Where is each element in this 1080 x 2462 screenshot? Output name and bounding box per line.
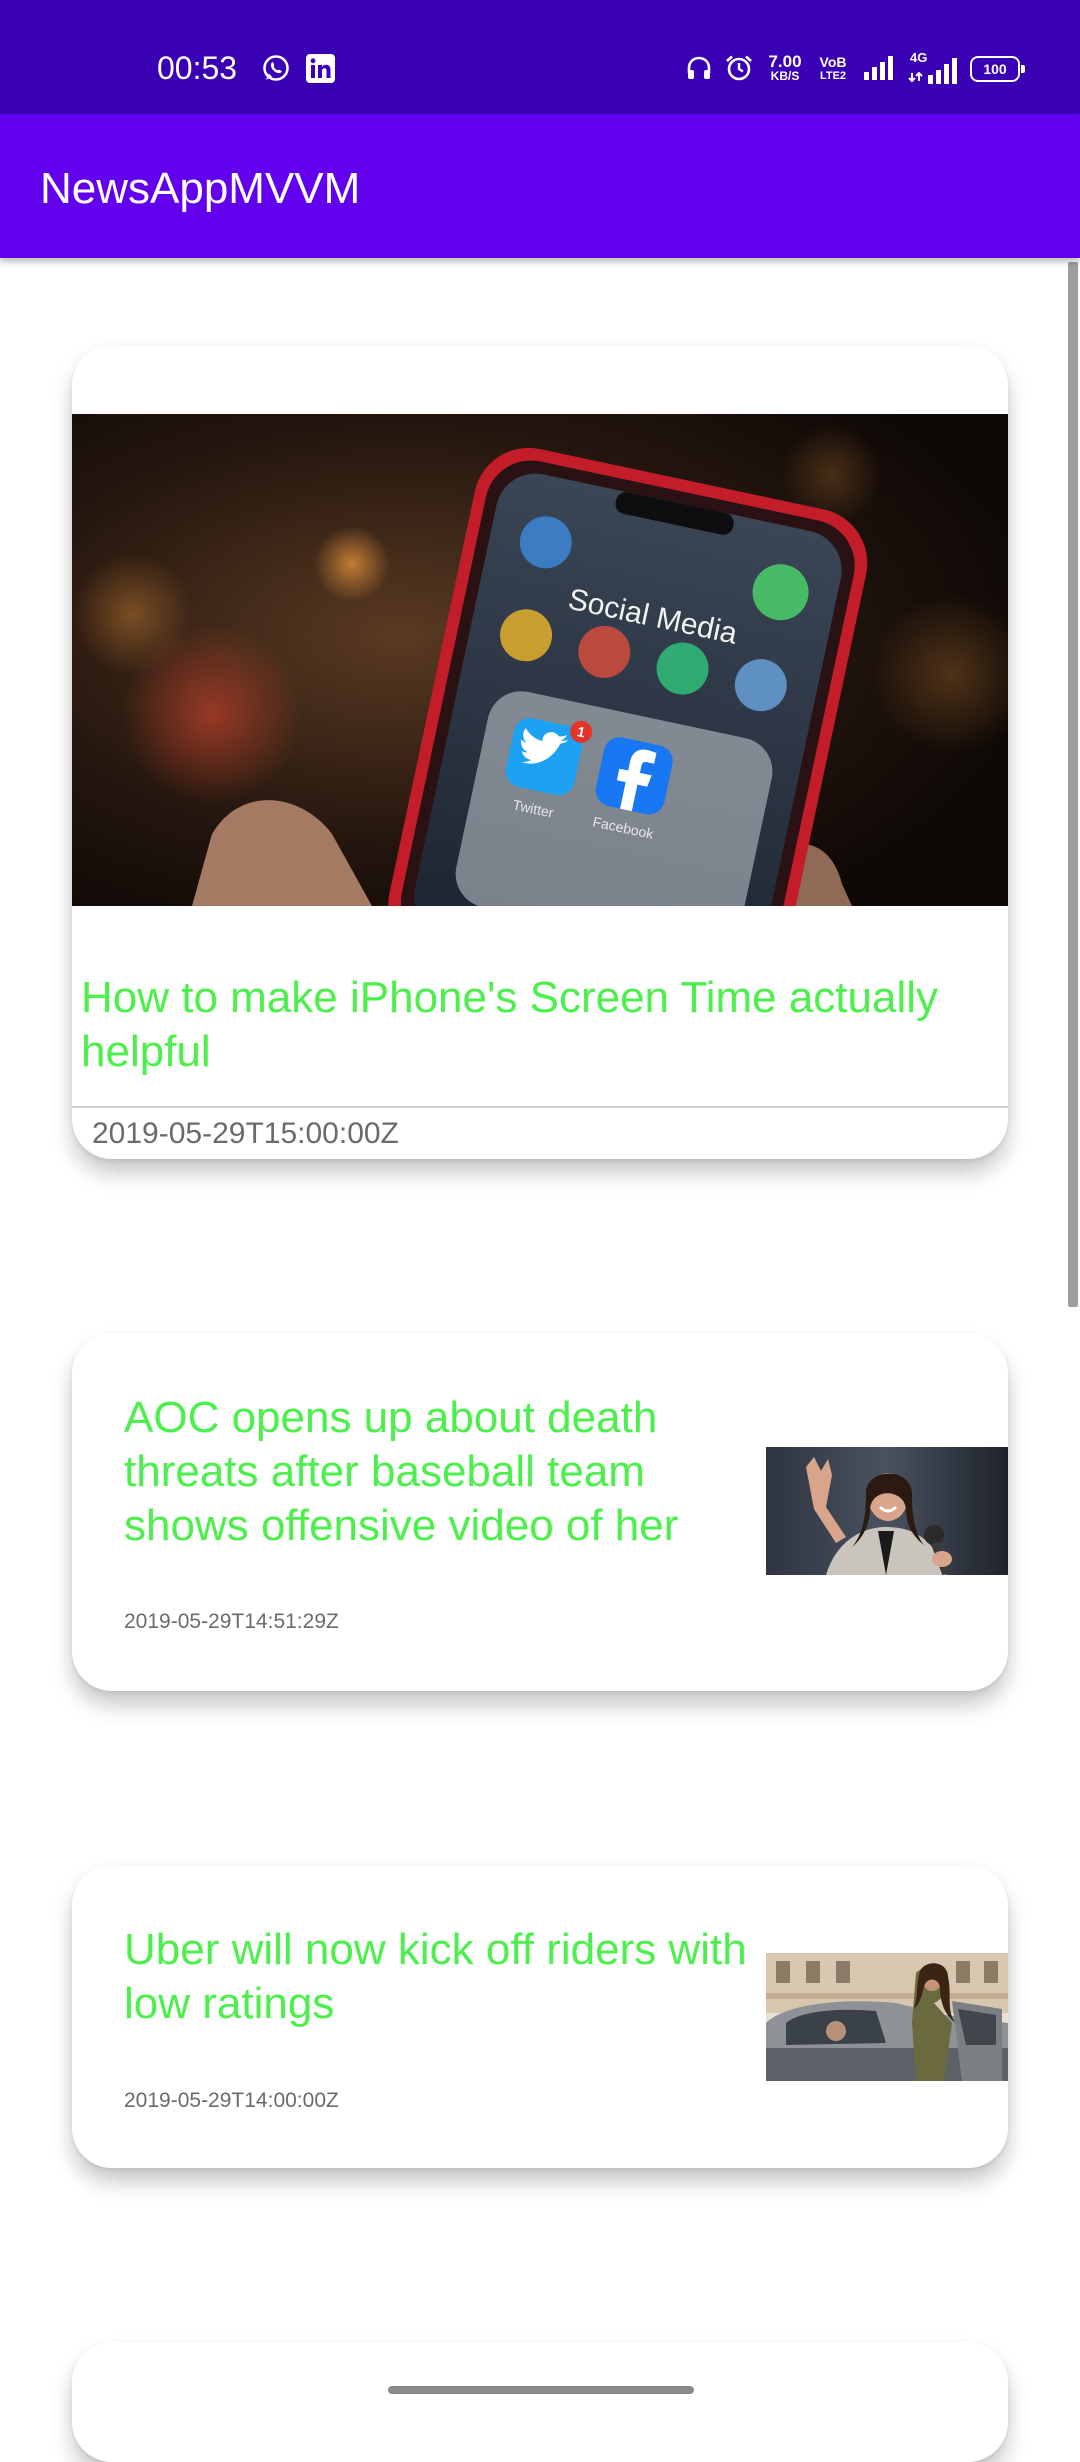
volte-bottom-label: LTE2 — [819, 69, 847, 82]
article-thumbnail — [766, 1953, 1008, 2081]
article-title[interactable]: AOC opens up about death threats after b… — [124, 1391, 764, 1553]
article-card[interactable]: Uber will now kick off riders with low r… — [72, 1865, 1008, 2168]
whatsapp-icon — [259, 50, 293, 86]
signal-4g-icon: 4G — [908, 50, 962, 86]
signal-icon — [862, 50, 898, 86]
article-date: 2019-05-29T14:51:29Z — [124, 1610, 339, 1633]
article-thumbnail — [766, 1447, 1008, 1575]
network-speed-unit: KB/S — [770, 69, 800, 83]
card-divider — [72, 1106, 1008, 1108]
article-card[interactable]: AOC opens up about death threats after b… — [72, 1333, 1008, 1691]
scrollbar[interactable] — [1068, 262, 1078, 1307]
alarm-icon — [722, 50, 756, 86]
app-bar: NewsAppMVVM — [0, 114, 1080, 258]
network-speed: 7.00 KB/S — [762, 50, 808, 86]
article-image: 1 Twitter Facebook Social Media — [72, 414, 1008, 906]
status-time: 00:53 — [157, 50, 238, 86]
app-title: NewsAppMVVM — [40, 164, 361, 213]
article-date: 2019-05-29T14:00:00Z — [124, 2089, 339, 2112]
article-card[interactable] — [72, 2342, 1008, 2462]
network-type-label: 4G — [910, 50, 928, 65]
article-title[interactable]: Uber will now kick off riders with low r… — [124, 1923, 764, 2031]
article-title[interactable]: How to make iPhone's Screen Time actuall… — [81, 971, 1001, 1079]
network-speed-value: 7.00 — [768, 52, 802, 71]
battery-icon: 100 — [970, 56, 1025, 82]
gesture-navigation-bar[interactable] — [388, 2386, 694, 2394]
volte-indicator: VoB LTE2 — [814, 50, 852, 86]
status-bar: 00:53 7.00 KB/S VoB LTE2 4G 100 — [0, 0, 1080, 114]
volte-top-label: VoB — [819, 53, 847, 70]
article-card[interactable]: 1 Twitter Facebook Social Media How to m… — [72, 345, 1008, 1159]
headphones-icon — [682, 50, 716, 86]
article-date: 2019-05-29T15:00:00Z — [92, 1117, 399, 1150]
linkedin-icon — [304, 50, 336, 86]
